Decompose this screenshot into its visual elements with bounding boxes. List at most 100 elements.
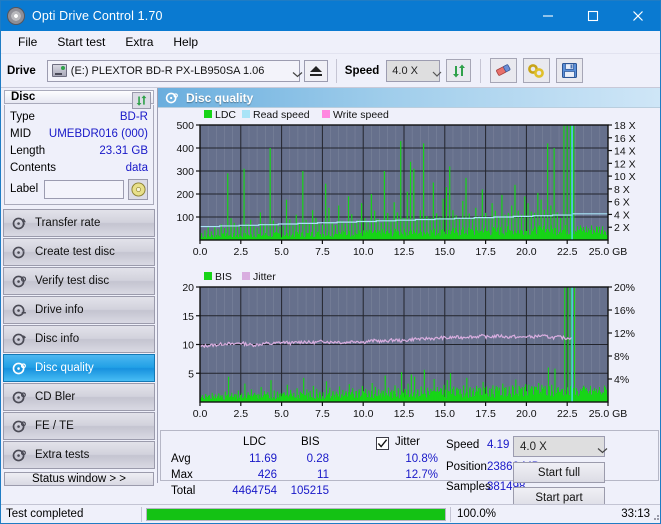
progress-bar	[146, 507, 446, 521]
jitter-checkbox[interactable]	[376, 437, 389, 450]
stats-avg-bis: 0.28	[306, 453, 329, 465]
tools-button[interactable]	[523, 58, 551, 83]
menu-item-start-test[interactable]: Start test	[48, 33, 114, 51]
svg-text:20.0: 20.0	[516, 408, 537, 420]
eraser-button[interactable]	[490, 58, 518, 83]
eraser-icon	[496, 64, 511, 76]
test-speed-select[interactable]: 4.0 X	[513, 436, 608, 457]
minimize-icon[interactable]	[525, 1, 570, 31]
drive-toolbar: Drive (E:) PLEXTOR BD-R PX-LB950SA 1.06 …	[1, 54, 660, 88]
sidebar-item-label: Transfer rate	[35, 217, 101, 229]
menu-bar: File Start test Extra Help	[1, 31, 660, 54]
disc-label-input[interactable]	[44, 179, 125, 199]
svg-text:15.0: 15.0	[435, 408, 456, 420]
disc-label-button[interactable]	[128, 178, 148, 200]
sidebar-item-label: Disc info	[35, 333, 80, 345]
sidebar-item-create-test-disc[interactable]: Create test disc	[3, 238, 155, 266]
sidebar-item-drive-info[interactable]: Drive info	[3, 296, 155, 324]
start-full-button[interactable]: Start full	[513, 462, 605, 483]
svg-text:6 X: 6 X	[614, 197, 630, 209]
drive-select[interactable]: (E:) PLEXTOR BD-R PX-LB950SA 1.06	[46, 59, 303, 82]
svg-text:5.0: 5.0	[274, 408, 289, 420]
sidebar-item-fe-te[interactable]: FE / TE	[3, 412, 155, 440]
sidebar-item-disc-quality[interactable]: Disc quality	[3, 354, 155, 382]
sidebar-item-label: Create test disc	[35, 246, 115, 258]
elapsed-time: 33:13	[621, 508, 650, 520]
sidebar-item-extra-tests[interactable]: Extra tests	[3, 441, 155, 469]
progress-bar-fill	[147, 508, 445, 520]
svg-text:10.0: 10.0	[353, 408, 374, 420]
svg-text:5.0: 5.0	[274, 246, 289, 258]
stats-col-bis: BIS	[301, 436, 320, 448]
disc-fete-icon	[9, 419, 29, 434]
resize-grip-icon[interactable]	[650, 511, 660, 521]
stats-max-ldc: 426	[257, 469, 277, 481]
disc-label-row: Label	[10, 178, 148, 200]
svg-text:10: 10	[182, 340, 194, 352]
svg-text:7.5: 7.5	[315, 246, 330, 258]
close-icon[interactable]	[615, 1, 660, 31]
maximize-icon[interactable]	[570, 1, 615, 31]
jitter-label: Jitter	[395, 436, 420, 448]
svg-text:15: 15	[182, 311, 194, 323]
sidebar-item-disc-info[interactable]: Disc info	[3, 325, 155, 353]
refresh-button[interactable]	[446, 59, 472, 82]
disc-burn-icon	[9, 245, 29, 260]
svg-text:Read speed: Read speed	[253, 109, 310, 121]
svg-text:0.0: 0.0	[193, 408, 208, 420]
speed-select[interactable]: 4.0 X	[386, 59, 442, 82]
svg-text:17.5: 17.5	[475, 408, 496, 420]
disc-quality-icon	[164, 91, 180, 105]
test-speed-value: 4.0 X	[520, 440, 547, 453]
svg-text:14 X: 14 X	[614, 146, 636, 158]
disc-refresh-button[interactable]	[132, 92, 151, 109]
disc-field-value: UMEBDR016 (000)	[48, 127, 148, 140]
stats-max-jitter: 12.7%	[405, 469, 438, 481]
disc-extra-icon	[9, 448, 29, 463]
speed-label: Speed	[344, 64, 380, 77]
eject-button[interactable]	[303, 59, 328, 82]
svg-text:10 X: 10 X	[614, 171, 636, 183]
sidebar-item-transfer-rate[interactable]: Transfer rate	[3, 209, 155, 237]
svg-text:12.5: 12.5	[394, 246, 415, 258]
disc-field-mid: MID UMEBDR016 (000)	[10, 125, 148, 142]
stats-row-avg-label: Avg	[171, 453, 191, 465]
status-window-button[interactable]: Status window > >	[4, 472, 154, 486]
svg-text:8 X: 8 X	[614, 184, 630, 196]
sidebar-item-verify-test-disc[interactable]: Verify test disc	[3, 267, 155, 295]
chart-bis-jitter: BIS Jitter 5 10 15 20 4% 8% 12% 16% 20% 0.0 2.5 5.0 7.…	[158, 270, 660, 430]
drive-select-value: (E:) PLEXTOR BD-R PX-LB950SA 1.06	[70, 64, 265, 77]
disc-field-type: Type BD-R	[10, 108, 148, 125]
sidebar: Disc Type BD-R MID UMEBDR016 (000) Lengt…	[1, 88, 158, 486]
sidebar-item-cd-bler[interactable]: CD Bler	[3, 383, 155, 411]
status-bar: Test completed 100.0% 33:13	[1, 504, 660, 523]
statistics-panel: LDC BIS Jitter Avg 11.69 0.28 10.8% Max …	[160, 430, 659, 508]
svg-text:2 X: 2 X	[614, 222, 630, 234]
stats-max-bis: 11	[317, 469, 329, 481]
menu-item-help[interactable]: Help	[164, 33, 207, 51]
disc-label-key: Label	[10, 183, 39, 195]
svg-text:LDC: LDC	[215, 109, 236, 121]
svg-text:25.0 GB: 25.0 GB	[589, 246, 628, 258]
stats-row-total-label: Total	[171, 485, 196, 497]
chart-ldc: LDC Read speed Write speed 100 200 300 400 500 2…	[158, 108, 660, 270]
check-icon	[377, 439, 388, 448]
disc-verify-icon	[9, 274, 29, 289]
speed-select-value: 4.0 X	[392, 64, 418, 77]
menu-item-file[interactable]: File	[9, 33, 46, 51]
stats-speed-label: Speed	[446, 439, 480, 451]
disc-quality-header: Disc quality	[158, 88, 660, 108]
svg-text:10.0: 10.0	[353, 246, 374, 258]
save-button[interactable]	[556, 58, 584, 83]
disc-field-key: Type	[10, 110, 35, 123]
disc-field-key: MID	[10, 127, 32, 140]
disc-field-value: data	[125, 161, 148, 174]
menu-item-extra[interactable]: Extra	[116, 33, 162, 51]
drive-icon	[51, 64, 67, 77]
toolbar-separator	[480, 58, 482, 83]
sidebar-item-label: Verify test disc	[35, 275, 110, 287]
svg-text:12 X: 12 X	[614, 158, 636, 170]
page-title: Disc quality	[186, 90, 254, 105]
svg-text:25.0 GB: 25.0 GB	[589, 408, 628, 420]
window-title: Opti Drive Control 1.70	[32, 9, 163, 23]
